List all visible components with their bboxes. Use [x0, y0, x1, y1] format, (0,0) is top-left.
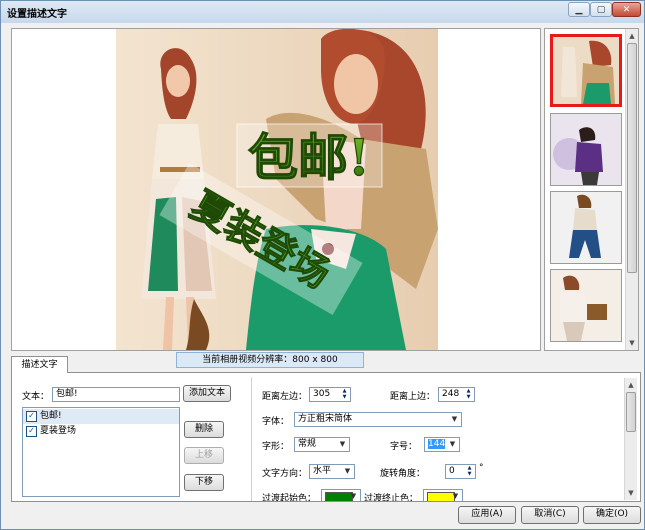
rotation-value: 0: [449, 466, 455, 476]
style-select[interactable]: 常规 ▼: [294, 437, 350, 452]
thumbnail-list[interactable]: ▲ ▼: [544, 28, 639, 351]
left-distance-label: 距离左边：: [262, 392, 308, 402]
size-label: 字号：: [390, 442, 418, 452]
gradient-end-label: 过渡终止色：: [364, 494, 419, 501]
dropdown-arrow-icon[interactable]: ▼: [348, 490, 359, 501]
rotation-label: 旋转角度：: [380, 469, 426, 479]
top-distance-stepper[interactable]: 248 ▲ ▼: [438, 387, 475, 402]
size-select[interactable]: 144 ▼: [424, 437, 460, 452]
dropdown-arrow-icon[interactable]: ▼: [342, 465, 353, 478]
properties-scrollbar[interactable]: ▲ ▼: [624, 378, 637, 500]
maximize-icon[interactable]: ▢: [590, 2, 612, 17]
top-distance-label: 距离上边：: [390, 392, 436, 402]
minimize-icon[interactable]: ▁: [568, 2, 590, 17]
dropdown-arrow-icon[interactable]: ▼: [337, 438, 348, 451]
left-distance-value: 305: [313, 389, 331, 399]
thumbnail-1[interactable]: [550, 34, 622, 107]
dialog-window: 设置描述文字 ▁ ▢ ✕ 包邮! 夏装登场 当前相册视频分辨率：800 x 80…: [0, 0, 645, 530]
scroll-up-icon[interactable]: ▲: [626, 380, 636, 390]
rotation-unit: °: [479, 463, 484, 473]
spin-arrows-icon[interactable]: ▲ ▼: [465, 465, 474, 478]
window-title: 设置描述文字: [7, 9, 67, 20]
description-text-panel: 文本： 包邮! 添加文本 ✓ 包邮! ✓ 夏装登场 删除 上移 下移 距离左边：…: [11, 372, 641, 502]
preview-canvas[interactable]: 包邮! 夏装登场: [11, 28, 541, 351]
text-list[interactable]: ✓ 包邮! ✓ 夏装登场: [22, 407, 180, 497]
move-down-button[interactable]: 下移: [184, 474, 224, 491]
scroll-up-icon[interactable]: ▲: [627, 31, 637, 41]
thumbnail-4[interactable]: [550, 269, 622, 342]
overlay-text-1[interactable]: 包邮!: [247, 127, 370, 187]
size-value: 144: [428, 439, 446, 449]
scroll-thumb[interactable]: [626, 392, 636, 432]
delete-button[interactable]: 删除: [184, 421, 224, 438]
thumbnail-2[interactable]: [550, 113, 622, 186]
font-value: 方正粗宋简体: [298, 414, 353, 424]
text-input[interactable]: 包邮!: [52, 387, 180, 402]
thumbnail-2-image: [551, 114, 621, 185]
tab-description-text[interactable]: 描述文字: [11, 356, 68, 373]
add-text-button[interactable]: 添加文本: [183, 385, 231, 402]
apply-button[interactable]: 应用(A): [458, 506, 516, 524]
direction-label: 文字方向：: [262, 469, 308, 479]
direction-value: 水平: [313, 466, 332, 476]
properties-area: 距离左边： 305 ▲ ▼ 距离上边： 248 ▲ ▼ 字体： 方正粗宋简体 ▼ 字…: [251, 377, 637, 501]
preview-photo-illustration: 包邮! 夏装登场: [116, 29, 438, 350]
style-value: 常规: [298, 439, 317, 449]
checkbox-checked-icon[interactable]: ✓: [26, 426, 37, 437]
move-up-button[interactable]: 上移: [184, 447, 224, 464]
dropdown-arrow-icon[interactable]: ▼: [450, 490, 461, 501]
font-label: 字体：: [262, 417, 290, 427]
cancel-button[interactable]: 取消(C): [521, 506, 579, 524]
list-item[interactable]: ✓ 夏装登场: [23, 424, 179, 439]
rotation-stepper[interactable]: 0 ▲ ▼: [445, 464, 476, 479]
spin-arrows-icon[interactable]: ▲ ▼: [340, 388, 349, 401]
title-bar: 设置描述文字 ▁ ▢ ✕: [1, 1, 644, 23]
list-item[interactable]: ✓ 包邮!: [23, 409, 179, 424]
checkbox-checked-icon[interactable]: ✓: [26, 411, 37, 422]
gradient-start-color-picker[interactable]: ▼: [321, 489, 361, 501]
dropdown-arrow-icon[interactable]: ▼: [449, 413, 460, 426]
font-select[interactable]: 方正粗宋简体 ▼: [294, 412, 462, 427]
thumbnail-3-image: [551, 192, 621, 263]
style-label: 字形：: [262, 442, 290, 452]
direction-select[interactable]: 水平 ▼: [309, 464, 355, 479]
gradient-end-color-picker[interactable]: ▼: [423, 489, 463, 501]
thumbnail-4-image: [551, 270, 621, 341]
gradient-start-label: 过渡起始色：: [262, 494, 317, 501]
thumbnail-scrollbar[interactable]: ▲ ▼: [625, 29, 638, 350]
text-label: 文本：: [22, 392, 50, 402]
scroll-thumb[interactable]: [627, 43, 637, 273]
scroll-down-icon[interactable]: ▼: [626, 488, 636, 498]
list-item-label: 夏装登场: [40, 426, 77, 436]
list-item-label: 包邮!: [40, 411, 62, 421]
close-icon[interactable]: ✕: [612, 2, 641, 17]
thumbnail-3[interactable]: [550, 191, 622, 264]
thumbnail-1-image: [553, 37, 619, 104]
preview-photo: 包邮! 夏装登场: [116, 29, 438, 350]
scroll-down-icon[interactable]: ▼: [627, 338, 637, 348]
ok-button[interactable]: 确定(O): [583, 506, 641, 524]
resolution-bar: 当前相册视频分辨率：800 x 800: [176, 352, 364, 368]
spin-arrows-icon[interactable]: ▲ ▼: [464, 388, 473, 401]
top-distance-value: 248: [442, 389, 460, 399]
left-distance-stepper[interactable]: 305 ▲ ▼: [309, 387, 351, 402]
dropdown-arrow-icon[interactable]: ▼: [447, 438, 458, 451]
